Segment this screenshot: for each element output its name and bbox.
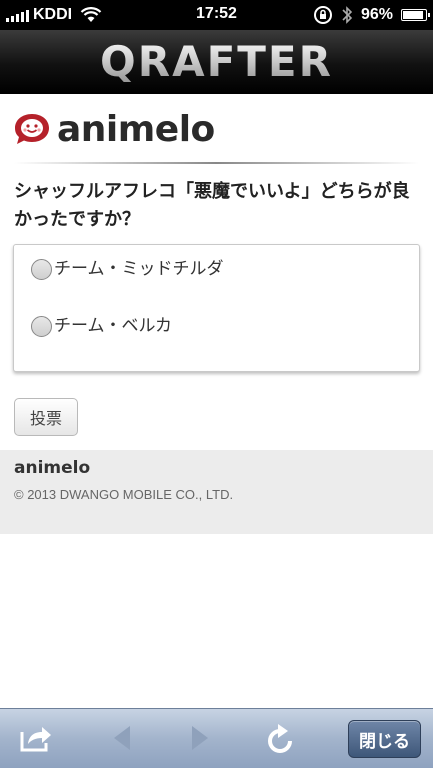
share-icon[interactable] bbox=[19, 723, 53, 753]
radio-button[interactable] bbox=[31, 316, 52, 337]
browser-toolbar: 閉じる bbox=[0, 708, 433, 768]
poll-question: シャッフルアフレコ「悪魔でいいよ」どちらが良かったですか？ bbox=[14, 181, 410, 230]
copyright-text: © 2013 DWANGO MOBILE CO., LTD. bbox=[14, 487, 234, 502]
reload-icon[interactable] bbox=[265, 723, 295, 755]
rotation-lock-icon bbox=[313, 6, 332, 24]
animelo-logo: animelo bbox=[13, 108, 215, 150]
app-title: QRAFTER bbox=[100, 37, 333, 86]
back-arrow-icon[interactable] bbox=[110, 723, 134, 753]
vote-button[interactable]: 投票 bbox=[14, 398, 78, 436]
animelo-mascot-icon bbox=[15, 114, 49, 144]
footer-brand: animelo bbox=[14, 458, 91, 478]
poll-option-label: チーム・ベルカ bbox=[54, 316, 172, 336]
poll-option-2[interactable]: チーム・ベルカ bbox=[31, 310, 172, 337]
app-header: QRAFTER bbox=[0, 30, 433, 94]
close-button[interactable]: 閉じる bbox=[348, 720, 421, 758]
status-bar: KDDI 17:52 96% bbox=[0, 0, 433, 30]
poll-options: チーム・ミッドチルダ チーム・ベルカ bbox=[13, 244, 420, 372]
status-icons: 96% bbox=[313, 5, 430, 25]
divider bbox=[14, 162, 419, 164]
bluetooth-icon bbox=[342, 6, 353, 24]
animelo-wordmark: animelo bbox=[57, 108, 215, 150]
radio-button[interactable] bbox=[31, 259, 52, 280]
poll-option-1[interactable]: チーム・ミッドチルダ bbox=[31, 253, 224, 280]
poll-option-label: チーム・ミッドチルダ bbox=[54, 259, 224, 279]
page-footer: animelo © 2013 DWANGO MOBILE CO., LTD. bbox=[0, 450, 433, 534]
battery-icon bbox=[401, 9, 430, 21]
battery-percent: 96% bbox=[360, 6, 393, 23]
forward-arrow-icon[interactable] bbox=[188, 723, 212, 753]
